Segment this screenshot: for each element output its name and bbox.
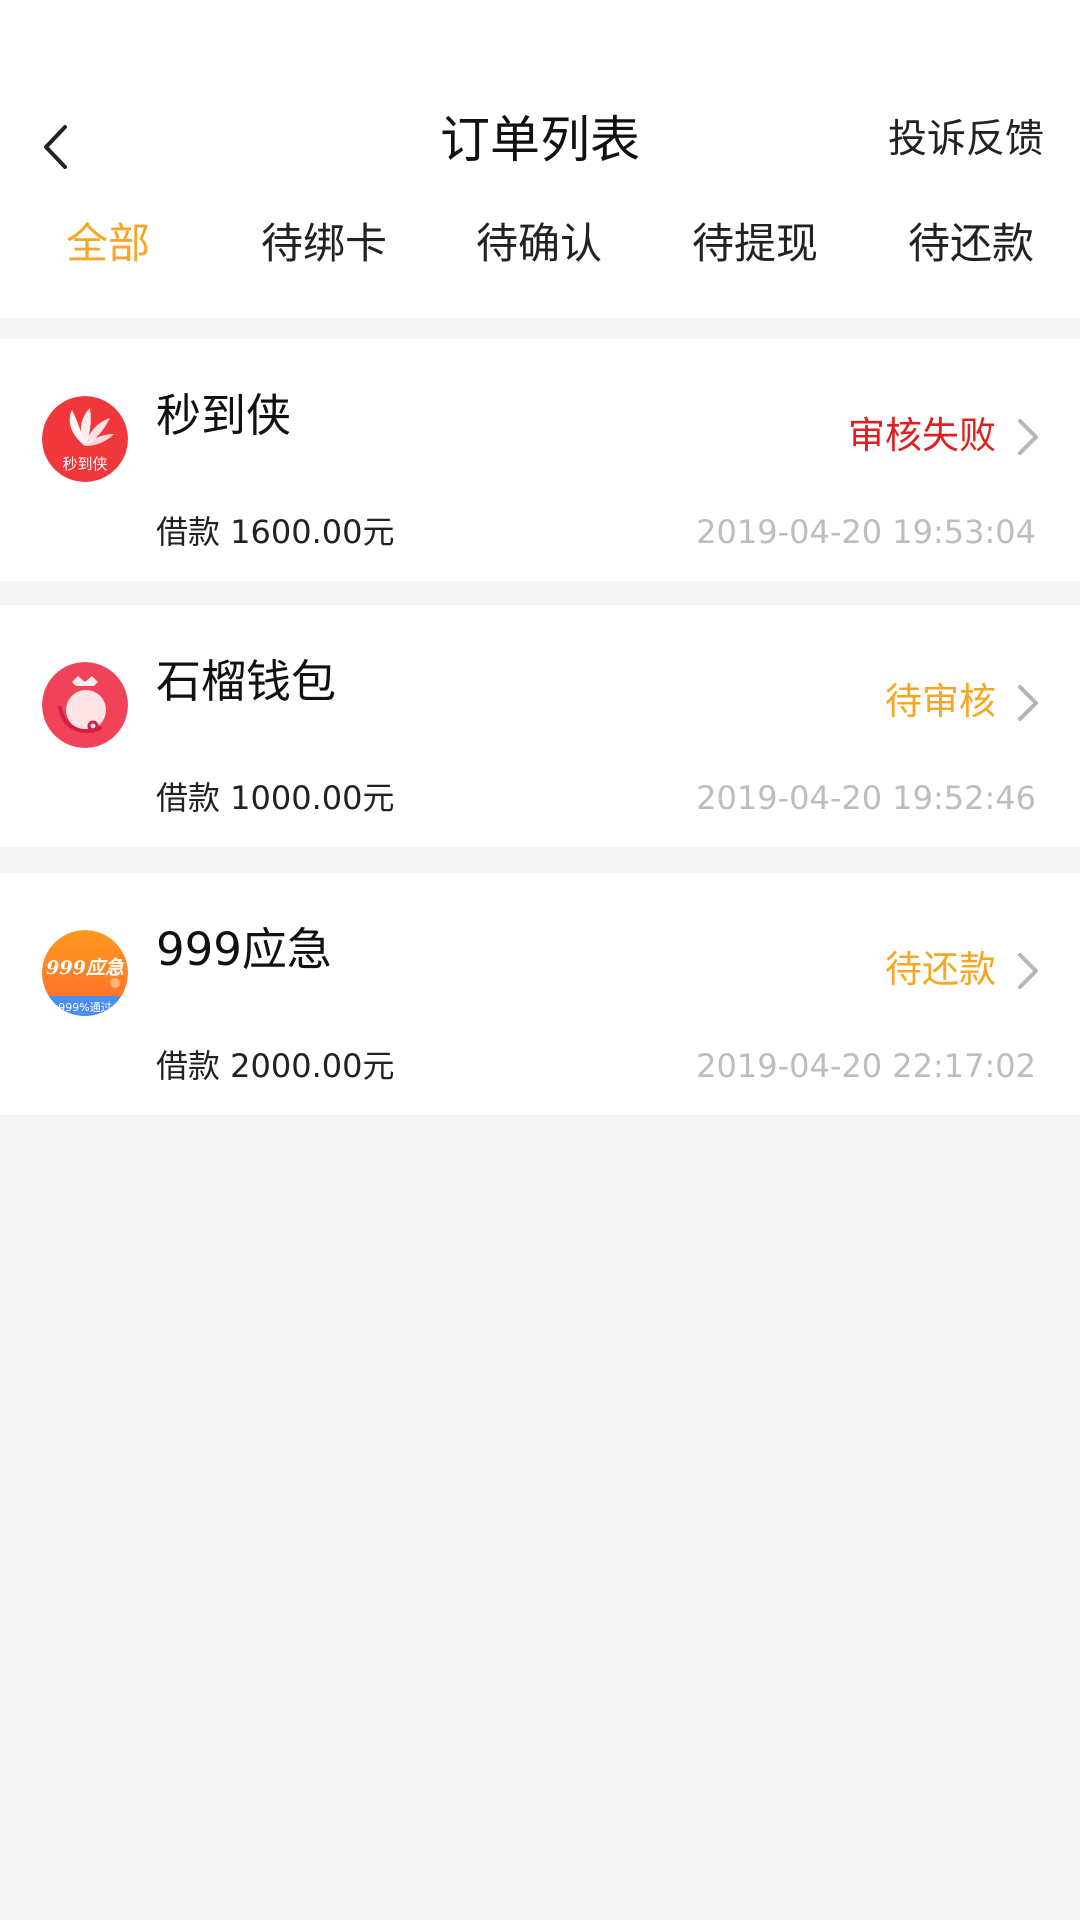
tab-pending-withdraw[interactable]: 待提现 [692, 210, 818, 278]
logo-subtext: 999%通过 [58, 1001, 111, 1014]
order-timestamp: 2019-04-20 19:53:04 [696, 513, 1036, 551]
tab-pending-bind-card[interactable]: 待绑卡 [261, 210, 387, 278]
back-button[interactable] [30, 112, 80, 182]
tab-pending-confirm[interactable]: 待确认 [476, 210, 602, 278]
chevron-right-icon [1018, 685, 1038, 721]
tab-pending-repay[interactable]: 待还款 [908, 210, 1034, 278]
order-card[interactable]: 999应急 999%通过 999应急 待还款 借款 2000.00元 2019-… [0, 873, 1080, 1115]
loan-amount: 借款 1600.00元 [156, 513, 395, 551]
feedback-button[interactable]: 投诉反馈 [888, 112, 1044, 168]
order-name: 999应急 [156, 923, 332, 976]
order-timestamp: 2019-04-20 22:17:02 [696, 1047, 1036, 1085]
status-badge: 待审核 [885, 680, 996, 723]
app-logo [42, 662, 128, 748]
tab-all[interactable]: 全部 [66, 210, 150, 278]
status-badge: 审核失败 [848, 414, 996, 457]
logo-text: 999应急 [46, 957, 124, 979]
order-name: 秒到侠 [156, 389, 292, 442]
logo-text: 秒到侠 [62, 455, 107, 473]
order-timestamp: 2019-04-20 19:52:46 [696, 779, 1036, 817]
app-logo: 秒到侠 [42, 396, 128, 482]
order-name: 石榴钱包 [156, 655, 337, 708]
loan-amount: 借款 2000.00元 [156, 1047, 395, 1085]
header: 订单列表 投诉反馈 全部 待绑卡 待确认 待提现 待还款 [0, 0, 1080, 318]
loan-amount: 借款 1000.00元 [156, 779, 395, 817]
order-card[interactable]: 秒到侠 秒到侠 审核失败 借款 1600.00元 2019-04-20 19:5… [0, 339, 1080, 581]
app-logo: 999应急 999%通过 [42, 930, 128, 1016]
order-card[interactable]: 石榴钱包 待审核 借款 1000.00元 2019-04-20 19:52:46 [0, 605, 1080, 847]
tab-bar: 全部 待绑卡 待确认 待提现 待还款 [0, 210, 1080, 278]
status-badge: 待还款 [885, 948, 996, 991]
page-title: 订单列表 [440, 111, 640, 169]
chevron-right-icon [1018, 419, 1038, 455]
chevron-left-icon [44, 125, 67, 169]
chevron-right-icon [1018, 953, 1038, 989]
